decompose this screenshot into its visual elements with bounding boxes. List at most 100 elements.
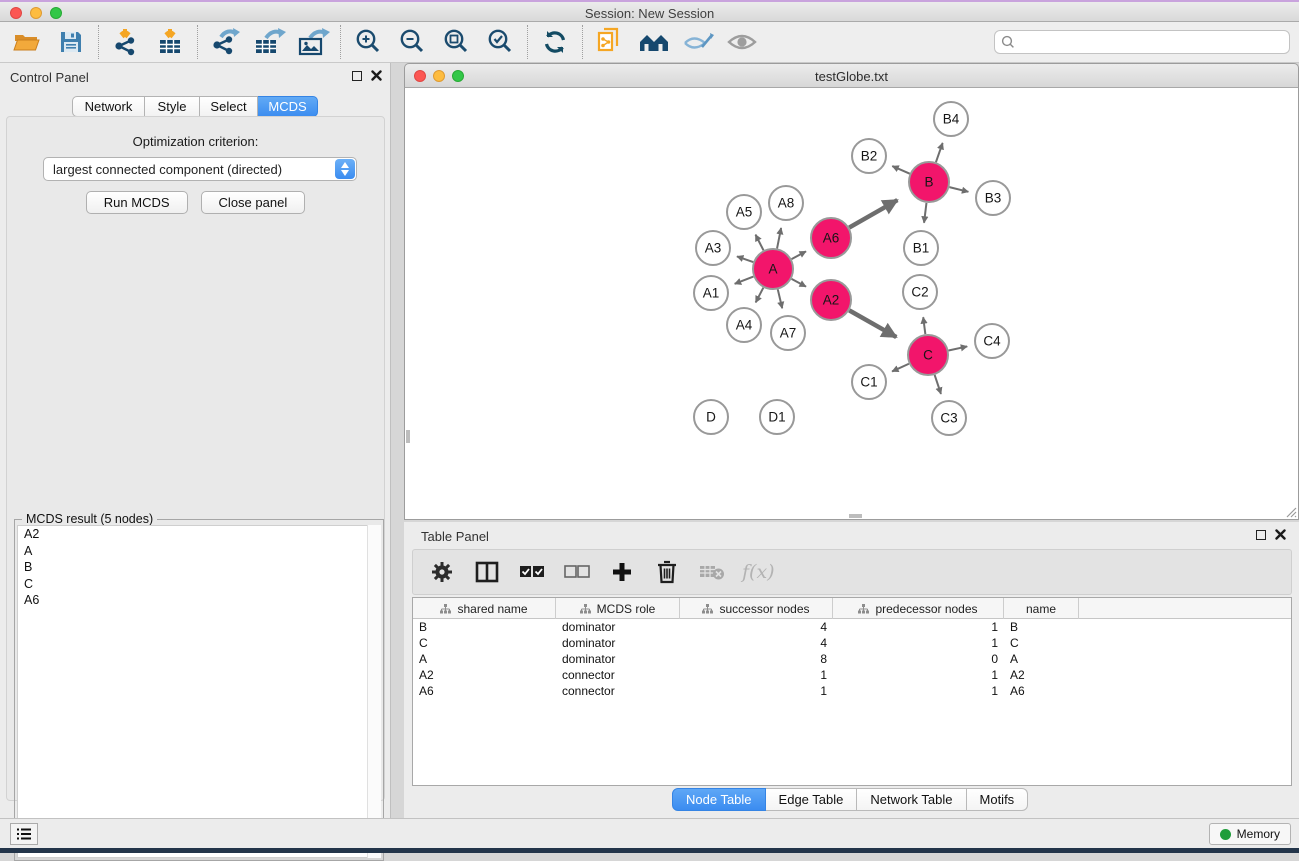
table-cell[interactable]: connector [556, 683, 680, 699]
table-row[interactable]: Cdominator41C [413, 635, 1291, 651]
mcds-result-item[interactable]: A [18, 543, 380, 560]
table-cell[interactable]: A [1004, 651, 1079, 667]
import-table-icon[interactable] [153, 26, 187, 58]
tab-style[interactable]: Style [145, 96, 200, 117]
select-columns-icon[interactable] [472, 557, 502, 587]
node-A3[interactable]: A3 [696, 231, 730, 265]
node-C[interactable]: C [908, 335, 948, 375]
table-cell[interactable]: A6 [1004, 683, 1079, 699]
node-C2[interactable]: C2 [903, 275, 937, 309]
node-B[interactable]: B [909, 162, 949, 202]
column-header-MCDS-role[interactable]: MCDS role [556, 598, 680, 619]
run-mcds-button[interactable]: Run MCDS [86, 191, 188, 214]
canvas-vscroll-stub[interactable] [406, 430, 410, 443]
edge-A-A3[interactable] [737, 256, 753, 262]
table-cell[interactable]: 1 [680, 667, 833, 683]
tab-mcds[interactable]: MCDS [258, 96, 318, 117]
search-input[interactable] [1019, 35, 1289, 49]
delete-column-trash-icon[interactable] [652, 557, 682, 587]
node-D1[interactable]: D1 [760, 400, 794, 434]
node-C3[interactable]: C3 [932, 401, 966, 435]
mcds-result-item[interactable]: B [18, 559, 380, 576]
open-session-icon[interactable] [10, 26, 44, 58]
function-builder-icon[interactable]: f(x) [742, 561, 775, 583]
table-cell[interactable]: 4 [680, 619, 833, 635]
node-B4[interactable]: B4 [934, 102, 968, 136]
column-header-predecessor-nodes[interactable]: predecessor nodes [833, 598, 1004, 619]
table-cell[interactable]: 1 [833, 635, 1004, 651]
new-network-from-selection-icon[interactable] [593, 26, 627, 58]
edge-B-B1[interactable] [924, 203, 926, 223]
tab-select[interactable]: Select [200, 96, 258, 117]
table-cell[interactable]: A [413, 651, 556, 667]
table-settings-gear-icon[interactable] [427, 557, 457, 587]
edge-A-A8[interactable] [777, 228, 781, 248]
network-window-titlebar[interactable]: testGlobe.txt [404, 63, 1299, 88]
edge-A-A5[interactable] [756, 235, 764, 251]
table-cell[interactable]: B [413, 619, 556, 635]
mcds-result-item[interactable]: C [18, 576, 380, 593]
float-panel-icon[interactable] [352, 71, 362, 81]
column-header-name[interactable]: name [1004, 598, 1079, 619]
node-B3[interactable]: B3 [976, 181, 1010, 215]
node-A4[interactable]: A4 [727, 308, 761, 342]
tab-node-table[interactable]: Node Table [672, 788, 766, 811]
node-A8[interactable]: A8 [769, 186, 803, 220]
table-cell[interactable]: 1 [833, 667, 1004, 683]
table-row[interactable]: A2connector11A2 [413, 667, 1291, 683]
mcds-result-list[interactable]: A2ABCA6 [17, 525, 381, 858]
show-graphics-icon[interactable] [725, 26, 759, 58]
edge-C-C4[interactable] [949, 346, 968, 350]
table-cell[interactable]: connector [556, 667, 680, 683]
save-session-icon[interactable] [54, 26, 88, 58]
tab-motifs[interactable]: Motifs [967, 788, 1029, 811]
table-row[interactable]: A6connector11A6 [413, 683, 1291, 699]
table-cell[interactable]: dominator [556, 619, 680, 635]
node-A1[interactable]: A1 [694, 276, 728, 310]
export-table-icon[interactable] [252, 26, 286, 58]
node-A6[interactable]: A6 [811, 218, 851, 258]
column-header-shared-name[interactable]: shared name [413, 598, 556, 619]
node-A2[interactable]: A2 [811, 280, 851, 320]
table-cell[interactable]: 0 [833, 651, 1004, 667]
network-canvas[interactable]: B4B2BB3A8A5A6A3B1AA1C2A2A4A7C4CC1C3DD1 [404, 88, 1299, 520]
close-panel-button[interactable]: Close panel [201, 191, 306, 214]
mcds-list-scrollbar[interactable] [367, 525, 381, 858]
deselect-all-rows-icon[interactable] [562, 557, 592, 587]
table-row[interactable]: Adominator80A [413, 651, 1291, 667]
resize-grip-icon[interactable] [1285, 506, 1297, 518]
table-cell[interactable]: 8 [680, 651, 833, 667]
table-cell[interactable]: 1 [680, 683, 833, 699]
edge-A-A1[interactable] [735, 277, 754, 284]
node-A[interactable]: A [753, 249, 793, 289]
node-C1[interactable]: C1 [852, 365, 886, 399]
node-A5[interactable]: A5 [727, 195, 761, 229]
optimization-criterion-select[interactable]: largest connected component (directed) [43, 157, 357, 181]
node-B1[interactable]: B1 [904, 231, 938, 265]
zoom-selected-icon[interactable] [483, 26, 517, 58]
table-cell[interactable]: A2 [413, 667, 556, 683]
refresh-icon[interactable] [538, 26, 572, 58]
import-network-icon[interactable] [109, 26, 143, 58]
edge-A-A6[interactable] [792, 251, 806, 259]
zoom-fit-icon[interactable] [439, 26, 473, 58]
table-row[interactable]: Bdominator41B [413, 619, 1291, 635]
edge-A-A4[interactable] [756, 288, 764, 303]
table-cell[interactable]: B [1004, 619, 1079, 635]
export-image-icon[interactable] [296, 26, 330, 58]
tab-network[interactable]: Network [72, 96, 145, 117]
table-cell[interactable]: dominator [556, 635, 680, 651]
tab-edge-table[interactable]: Edge Table [766, 788, 858, 811]
search-field[interactable] [994, 30, 1290, 54]
task-history-button[interactable] [10, 823, 38, 845]
edge-B-B3[interactable] [949, 187, 968, 192]
memory-button[interactable]: Memory [1209, 823, 1291, 845]
tab-network-table[interactable]: Network Table [857, 788, 966, 811]
edge-B-B4[interactable] [936, 143, 943, 162]
delete-table-icon[interactable] [697, 557, 727, 587]
table-cell[interactable]: C [413, 635, 556, 651]
table-cell[interactable]: C [1004, 635, 1079, 651]
table-cell[interactable]: dominator [556, 651, 680, 667]
edge-A6-B[interactable] [849, 200, 897, 228]
node-D[interactable]: D [694, 400, 728, 434]
